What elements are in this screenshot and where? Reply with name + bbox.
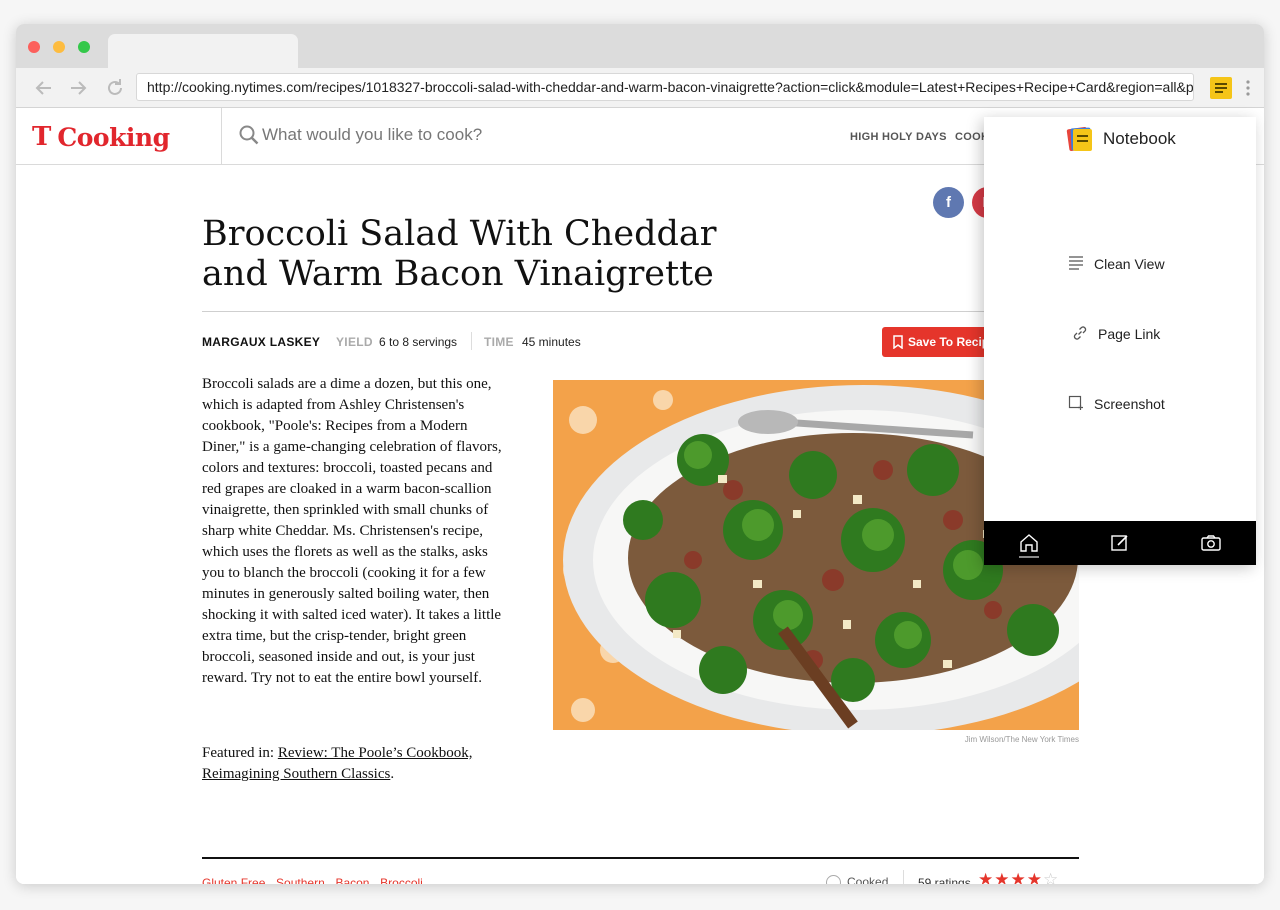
home-icon[interactable]: [1017, 531, 1041, 555]
logo-text: Cooking: [57, 122, 170, 152]
recipe-author[interactable]: MARGAUX LASKEY: [202, 335, 320, 349]
address-bar[interactable]: http://cooking.nytimes.com/recipes/10183…: [136, 73, 1194, 101]
camera-icon[interactable]: [1199, 531, 1223, 555]
featured-prefix: Featured in:: [202, 745, 278, 761]
featured-in: Featured in: Review: The Poole’s Cookboo…: [202, 743, 512, 785]
title-divider: [202, 311, 1079, 312]
recipe-title: Broccoli Salad With Cheddar and Warm Bac…: [202, 214, 717, 294]
active-tab-indicator: [1019, 556, 1039, 558]
facebook-share-icon[interactable]: f: [933, 187, 964, 218]
tag-broccoli[interactable]: Broccoli: [380, 876, 423, 884]
ratings-divider: [903, 870, 904, 884]
tag-bacon[interactable]: Bacon,: [335, 876, 372, 884]
reload-icon: [108, 79, 122, 95]
time-label: TIME: [484, 335, 514, 349]
footer-divider: [202, 857, 1079, 859]
tag-southern[interactable]: Southern,: [276, 876, 328, 884]
forward-button[interactable]: [66, 76, 90, 100]
nyt-cooking-logo[interactable]: T Cooking: [32, 117, 170, 157]
back-button[interactable]: [32, 76, 56, 100]
notebook-extension-icon[interactable]: [1210, 77, 1232, 99]
browser-tab[interactable]: [108, 34, 298, 68]
edit-icon[interactable]: [1108, 531, 1132, 555]
browser-toolbar: http://cooking.nytimes.com/recipes/10183…: [16, 68, 1264, 108]
notebook-title: Notebook: [1103, 129, 1176, 148]
star-icon[interactable]: ★: [994, 870, 1010, 884]
notebook-panel: Notebook Clean View Page Link Screenshot: [984, 117, 1256, 565]
photo-credit: Jim Wilson/The New York Times: [964, 735, 1079, 744]
notebook-footer: [984, 521, 1256, 565]
reload-button[interactable]: [103, 76, 127, 100]
nav-high-holy-days[interactable]: HIGH HOLY DAYS: [850, 131, 947, 143]
search-icon[interactable]: [238, 124, 260, 146]
star-icon[interactable]: ★: [1011, 870, 1027, 884]
time-value: 45 minutes: [522, 335, 581, 349]
search-input[interactable]: What would you like to cook?: [262, 125, 482, 145]
star-icon[interactable]: ★: [978, 870, 994, 884]
notebook-logo-icon: [1066, 126, 1092, 152]
star-icon[interactable]: ★: [1027, 870, 1043, 884]
minimize-window-button[interactable]: [53, 41, 65, 53]
page-link-label: Page Link: [1098, 326, 1161, 342]
maximize-window-button[interactable]: [78, 41, 90, 53]
logo-mark: T: [32, 122, 52, 152]
meta-divider: [471, 332, 472, 350]
ratings-count: 59 ratings: [918, 876, 971, 884]
tag-gluten-free[interactable]: Gluten Free,: [202, 876, 269, 884]
browser-menu-icon[interactable]: [1244, 76, 1252, 100]
forward-arrow-icon: [71, 81, 87, 95]
screenshot-label: Screenshot: [1094, 396, 1165, 412]
tab-bar: [16, 24, 1264, 68]
clean-view-label: Clean View: [1094, 256, 1165, 272]
yield-value: 6 to 8 servings: [379, 335, 458, 349]
rating-stars[interactable]: ★★★★☆: [978, 870, 1059, 884]
star-empty-icon[interactable]: ☆: [1043, 870, 1059, 884]
recipe-description: Broccoli salads are a dime a dozen, but …: [202, 376, 502, 686]
yield-label: YIELD: [336, 335, 373, 349]
crop-icon: [1068, 395, 1083, 410]
cooked-label[interactable]: Cooked: [847, 875, 888, 884]
header-divider: [221, 108, 222, 165]
featured-suffix: .: [390, 766, 395, 782]
bookmark-icon: [893, 335, 903, 349]
close-window-button[interactable]: [28, 41, 40, 53]
back-arrow-icon: [35, 81, 51, 95]
cooked-check-icon[interactable]: [826, 875, 841, 884]
lines-icon: [1069, 256, 1083, 270]
recipe-tags: Gluten Free, Southern, Bacon, Broccoli: [202, 876, 427, 884]
link-icon: [1073, 326, 1087, 340]
